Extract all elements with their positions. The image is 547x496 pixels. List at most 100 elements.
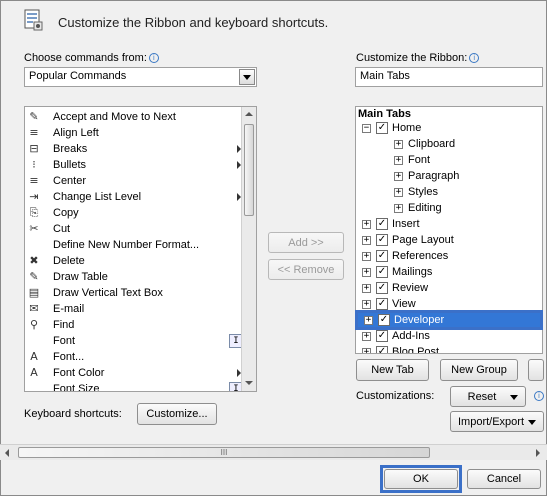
info-icon[interactable]: i: [148, 53, 159, 63]
info-icon[interactable]: i: [534, 391, 544, 401]
expand-icon[interactable]: +: [394, 188, 403, 197]
list-item[interactable]: ⎘ Copy: [27, 205, 241, 221]
expand-icon[interactable]: +: [362, 236, 371, 245]
command-label: Accept and Move to Next: [53, 111, 176, 123]
list-item[interactable]: ✎ Draw Table: [27, 269, 241, 285]
scroll-up-icon[interactable]: [245, 112, 253, 116]
commands-scrollbar[interactable]: [241, 107, 256, 391]
list-item[interactable]: Font I: [27, 333, 243, 349]
tree-item[interactable]: + ✓ Add-Ins: [356, 328, 542, 344]
tree-item[interactable]: + Styles: [356, 184, 542, 200]
tree-item[interactable]: + ✓ Page Layout: [356, 232, 542, 248]
tree-item[interactable]: + ✓ Insert: [356, 216, 542, 232]
list-item[interactable]: ✉ E-mail: [27, 301, 241, 317]
ok-button[interactable]: OK: [384, 469, 458, 489]
scroll-down-icon[interactable]: [245, 381, 253, 385]
command-label: Draw Vertical Text Box: [53, 287, 163, 299]
tree-item[interactable]: + ✓ Review: [356, 280, 542, 296]
list-item[interactable]: ✂ Cut: [27, 221, 241, 237]
expand-icon[interactable]: +: [394, 156, 403, 165]
list-item[interactable]: ≡ Align Left: [27, 125, 241, 141]
rename-button[interactable]: [528, 359, 544, 381]
list-item[interactable]: ▤ Draw Vertical Text Box: [27, 285, 241, 301]
commands-list[interactable]: ✎ Accept and Move to Next ≡ Align Left ⊟ Brea…: [24, 106, 257, 392]
command-label: Font...: [53, 351, 85, 363]
scroll-right-icon[interactable]: [536, 449, 540, 457]
list-item[interactable]: A Font Color: [27, 365, 241, 381]
checkbox[interactable]: ✓: [376, 218, 388, 230]
list-item[interactable]: ⚲ Find: [27, 317, 241, 333]
tree-item[interactable]: + ✓ Mailings: [356, 264, 542, 280]
chevron-down-icon[interactable]: [239, 69, 255, 85]
checkbox[interactable]: ✓: [376, 122, 388, 134]
collapse-icon[interactable]: −: [362, 124, 371, 133]
expand-icon[interactable]: +: [362, 268, 371, 277]
scroll-thumb[interactable]: [244, 124, 254, 216]
list-item[interactable]: Define New Number Format...: [27, 237, 241, 253]
checkbox[interactable]: ✓: [376, 266, 388, 278]
list-item[interactable]: ⁝ Bullets: [27, 157, 241, 173]
tree-item-label: Clipboard: [408, 138, 456, 150]
add-button[interactable]: Add >>: [268, 232, 344, 253]
reset-button[interactable]: Reset: [450, 386, 526, 407]
list-item[interactable]: Font Size I: [27, 381, 243, 391]
tree-item[interactable]: + ✓ References: [356, 248, 542, 264]
choose-commands-combo[interactable]: Popular Commands: [24, 67, 257, 87]
tree-item[interactable]: + Editing: [356, 200, 542, 216]
developer-highlight: [355, 310, 543, 330]
tree-item[interactable]: + Paragraph: [356, 168, 542, 184]
tree-item-label: Mailings: [392, 266, 433, 278]
customize-button[interactable]: Customize...: [137, 403, 217, 425]
horizontal-scroll-thumb[interactable]: III: [18, 447, 430, 458]
expand-icon[interactable]: +: [362, 252, 371, 261]
cancel-button[interactable]: Cancel: [467, 469, 541, 489]
expand-icon[interactable]: +: [394, 204, 403, 213]
command-icon: ⇥: [29, 190, 39, 203]
command-icon: A: [30, 366, 38, 379]
checkbox[interactable]: ✓: [376, 298, 388, 310]
expand-icon[interactable]: +: [362, 348, 371, 353]
expand-icon[interactable]: +: [394, 140, 403, 149]
command-label: Draw Table: [53, 271, 108, 283]
dialog-title: Customize the Ribbon and keyboard shortc…: [58, 15, 329, 30]
list-item[interactable]: ⇥ Change List Level: [27, 189, 241, 205]
command-icon: [27, 238, 41, 252]
expand-icon[interactable]: +: [394, 172, 403, 181]
command-icon: ✂: [29, 222, 39, 235]
tree-item-label: Font: [408, 154, 431, 166]
list-item[interactable]: ⊟ Breaks: [27, 141, 241, 157]
checkbox[interactable]: ✓: [376, 330, 388, 342]
expand-icon[interactable]: +: [362, 300, 371, 309]
horizontal-scrollbar[interactable]: III: [0, 444, 547, 460]
list-item[interactable]: ≡ Center: [27, 173, 241, 189]
list-item[interactable]: ✖ Delete: [27, 253, 241, 269]
command-icon: A: [30, 350, 38, 363]
scroll-left-icon[interactable]: [5, 449, 9, 457]
tree-item[interactable]: + Clipboard: [356, 136, 542, 152]
checkbox[interactable]: ✓: [376, 234, 388, 246]
expand-icon[interactable]: +: [362, 220, 371, 229]
scroll-grip: III: [220, 448, 228, 457]
customize-ribbon-value: Main Tabs: [360, 70, 410, 82]
tree-item[interactable]: + Font: [356, 152, 542, 168]
command-icon: ⁝: [32, 158, 36, 171]
tree-item[interactable]: − ✓ Home: [356, 120, 542, 136]
expand-icon[interactable]: +: [362, 332, 371, 341]
checkbox[interactable]: ✓: [376, 346, 388, 353]
new-tab-label: New Tab: [371, 364, 414, 376]
command-icon: ⚲: [29, 318, 39, 331]
checkbox[interactable]: ✓: [376, 282, 388, 294]
choose-commands-label: Choose commands from: i: [24, 52, 159, 64]
import-export-button[interactable]: Import/Export: [450, 411, 544, 432]
tree-item[interactable]: + ✓ Blog Post: [356, 344, 542, 353]
command-label: Copy: [53, 207, 79, 219]
expand-icon[interactable]: +: [362, 284, 371, 293]
customize-ribbon-combo[interactable]: Main Tabs: [355, 67, 543, 87]
info-icon[interactable]: i: [469, 53, 480, 63]
checkbox[interactable]: ✓: [376, 250, 388, 262]
list-item[interactable]: ✎ Accept and Move to Next: [27, 109, 241, 125]
new-group-button[interactable]: New Group: [440, 359, 518, 381]
new-tab-button[interactable]: New Tab: [356, 359, 429, 381]
remove-button[interactable]: << Remove: [268, 259, 344, 280]
list-item[interactable]: A Font...: [27, 349, 241, 365]
